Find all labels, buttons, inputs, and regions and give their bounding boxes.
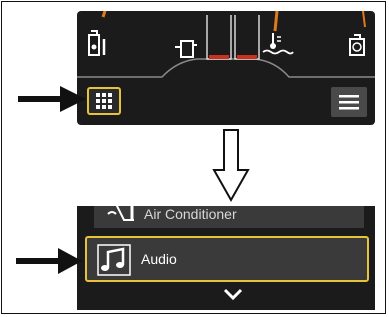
menu-item-air-conditioner[interactable]: Air Conditioner [94,206,364,228]
oil-can-icon [349,34,365,56]
menu-item-label: Audio [141,251,177,267]
transition-down-arrow [212,129,250,203]
menu-item-audio[interactable]: Audio [85,236,369,282]
music-note-icon [97,244,131,276]
main-menu-button[interactable] [331,87,367,117]
pointer-arrow-audio [16,248,82,274]
fuel-tank-icon [175,40,197,58]
grid-icon [96,93,112,109]
hamburger-menu-icon [339,95,359,110]
menu-item-label: Air Conditioner [144,206,237,222]
apps-menu-screen: Air Conditioner Audio [77,206,375,310]
air-conditioner-icon [107,206,134,221]
gauge-bars [206,15,260,60]
coolant-temp-icon [262,33,294,55]
chevron-down-icon[interactable] [223,288,243,302]
apps-grid-button[interactable] [87,87,121,115]
fuel-filter-icon [88,30,106,56]
pointer-arrow-grid [18,86,86,112]
